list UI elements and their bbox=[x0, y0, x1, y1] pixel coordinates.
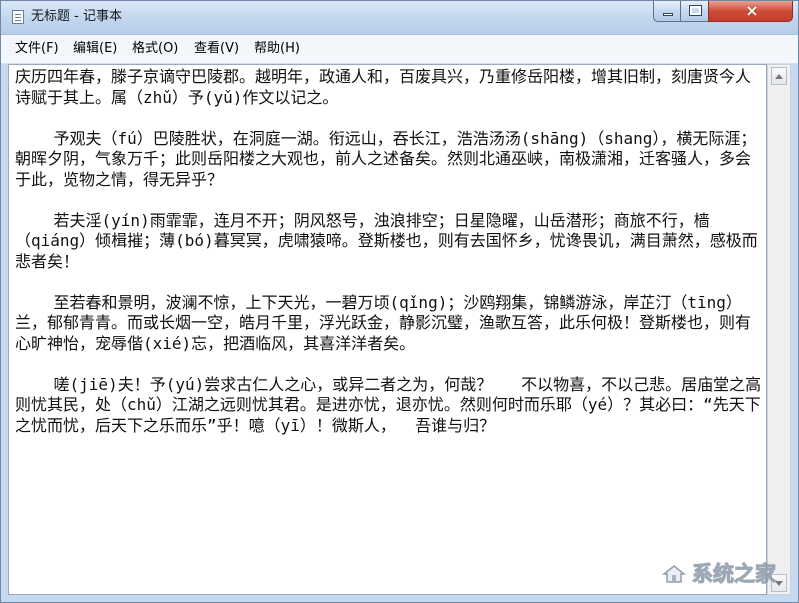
minimize-icon bbox=[663, 13, 673, 16]
menu-edit[interactable]: 编辑(E) bbox=[73, 40, 117, 58]
window-controls: × bbox=[653, 1, 793, 22]
menu-view[interactable]: 查看(V) bbox=[194, 40, 239, 58]
notepad-icon bbox=[12, 10, 24, 24]
maximize-icon bbox=[689, 5, 702, 16]
close-button[interactable]: × bbox=[708, 1, 793, 22]
scroll-up-icon bbox=[775, 74, 783, 79]
text-editor[interactable]: 庆历四年春，滕子京谪守巴陵郡。越明年，政通人和，百废具兴，乃重修岳阳楼，增其旧制… bbox=[8, 64, 767, 595]
title-bar[interactable]: 无标题 - 记事本 × bbox=[1, 1, 798, 35]
notepad-window: 无标题 - 记事本 × 文件(F) 编辑(E) 格式(O) 查看(V) 帮助(H… bbox=[0, 0, 799, 603]
menu-help[interactable]: 帮助(H) bbox=[254, 40, 300, 58]
document-text[interactable]: 庆历四年春，滕子京谪守巴陵郡。越明年，政通人和，百废具兴，乃重修岳阳楼，增其旧制… bbox=[15, 67, 763, 587]
close-icon: × bbox=[745, 1, 759, 20]
maximize-button[interactable] bbox=[680, 1, 709, 22]
menu-format[interactable]: 格式(O) bbox=[132, 40, 178, 58]
menu-bar: 文件(F) 编辑(E) 格式(O) 查看(V) 帮助(H) bbox=[1, 35, 798, 64]
scroll-up-button[interactable] bbox=[771, 67, 787, 85]
scroll-track[interactable] bbox=[771, 87, 787, 572]
window-title: 无标题 - 记事本 bbox=[31, 9, 122, 24]
scroll-down-icon bbox=[775, 581, 783, 586]
scroll-down-button[interactable] bbox=[771, 574, 787, 592]
vertical-scrollbar[interactable] bbox=[767, 64, 791, 595]
menu-file[interactable]: 文件(F) bbox=[15, 40, 59, 58]
minimize-button[interactable] bbox=[653, 1, 681, 22]
